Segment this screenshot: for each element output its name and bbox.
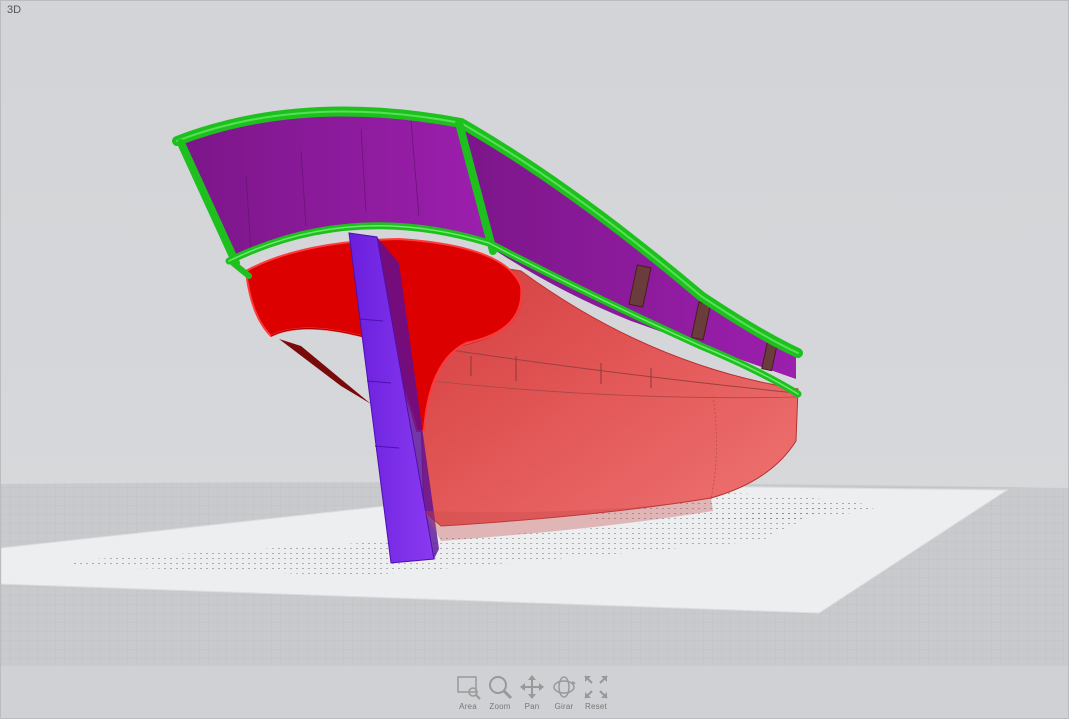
3d-viewport[interactable]: 3D Area Zoom Pan Girar Reset — [0, 0, 1069, 719]
reset-view-icon — [584, 675, 608, 699]
zoom-area-icon — [457, 676, 481, 700]
rotate-button[interactable]: Girar — [549, 673, 579, 718]
ship-model-scene[interactable] — [1, 1, 1068, 718]
area-label: Area — [459, 702, 477, 711]
hull-shadow — [279, 339, 371, 404]
pan-label: Pan — [524, 702, 540, 711]
zoom-button[interactable]: Zoom — [485, 673, 515, 718]
view-navigation-toolbar: Area Zoom Pan Girar Reset — [453, 673, 619, 718]
rotate-label: Girar — [554, 702, 574, 711]
area-zoom-button[interactable]: Area — [453, 673, 483, 718]
zoom-label: Zoom — [489, 702, 511, 711]
reset-label: Reset — [585, 702, 607, 711]
pan-icon — [520, 675, 544, 699]
zoom-icon — [489, 676, 513, 700]
pan-button[interactable]: Pan — [517, 673, 547, 718]
reset-view-button[interactable]: Reset — [581, 673, 611, 718]
rotate-icon — [553, 676, 576, 698]
